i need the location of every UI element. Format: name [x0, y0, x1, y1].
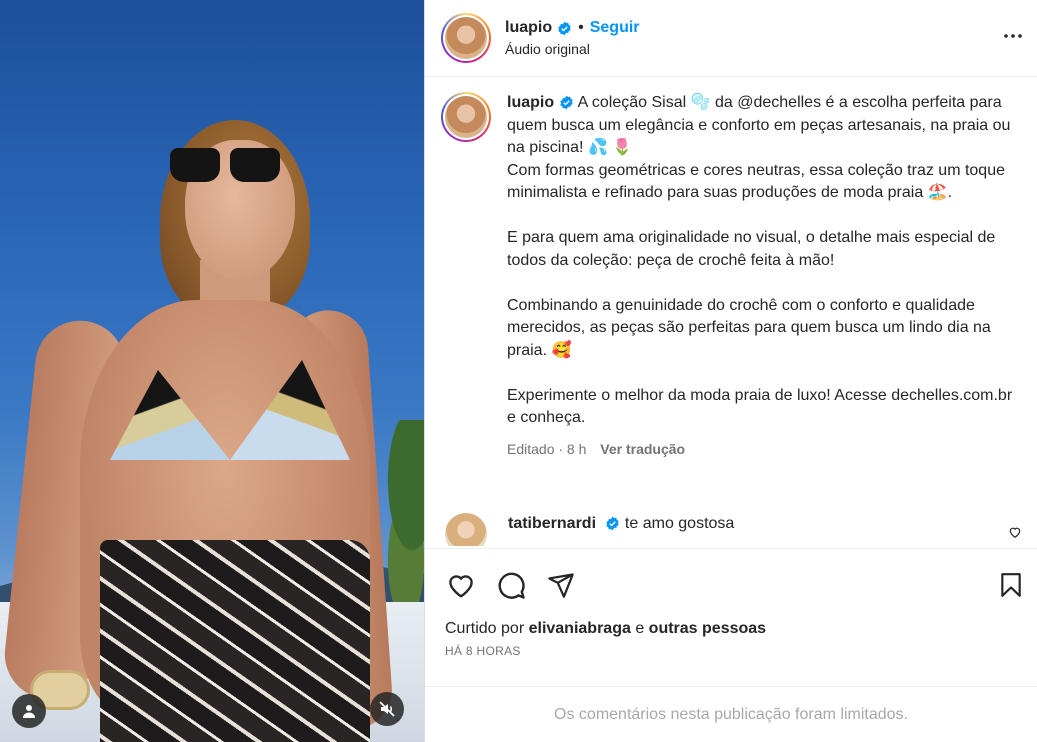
video-subject: [0, 110, 395, 742]
user-tag-icon[interactable]: [12, 694, 46, 728]
comment-item: tatibernardi te amo gostosa: [441, 513, 1029, 546]
author-avatar[interactable]: [441, 13, 491, 63]
bookmark-icon[interactable]: [995, 569, 1027, 601]
commenter-avatar[interactable]: [445, 513, 487, 546]
verified-badge-icon: [606, 516, 620, 531]
verified-badge-icon: [558, 21, 571, 35]
see-translation-link[interactable]: Ver tradução: [600, 441, 685, 457]
post-video[interactable]: [0, 0, 424, 742]
liked-by-others[interactable]: outras pessoas: [649, 620, 766, 637]
comment-icon[interactable]: [495, 569, 527, 601]
post-time[interactable]: HÁ 8 HORAS: [445, 644, 521, 658]
post-sidebar: luapio • Seguir Áudio original luapio A …: [424, 0, 1037, 742]
sunglasses: [170, 148, 280, 182]
commenter-username[interactable]: tatibernardi: [508, 515, 596, 532]
post-header: luapio • Seguir Áudio original: [425, 0, 1037, 77]
comment-text: te amo gostosa: [624, 515, 735, 532]
follow-button[interactable]: Seguir: [590, 19, 640, 37]
caption-text: A coleção Sisal 🫧 da @dechelles é a esco…: [507, 94, 1013, 426]
liked-by-user[interactable]: elivaniabraga: [529, 620, 631, 637]
edited-timestamp: Editado · 8 h: [507, 440, 587, 457]
comments-limited-notice: Os comentários nesta publicação foram li…: [425, 686, 1037, 742]
comment-like-heart-icon[interactable]: [1008, 525, 1022, 539]
instagram-post-view: luapio • Seguir Áudio original luapio A …: [0, 0, 1037, 742]
heart-icon[interactable]: [445, 569, 477, 601]
share-icon[interactable]: [545, 569, 577, 601]
author-username[interactable]: luapio: [505, 19, 552, 37]
separator-dot: •: [578, 19, 584, 36]
action-bar: [425, 548, 1037, 618]
more-options-icon[interactable]: [1001, 24, 1025, 48]
post-caption: luapio A coleção Sisal 🫧 da @dechelles é…: [441, 92, 1017, 460]
mute-icon[interactable]: [370, 692, 404, 726]
caption-author-avatar[interactable]: [441, 92, 491, 142]
audio-label[interactable]: Áudio original: [505, 41, 640, 57]
caption-username[interactable]: luapio: [507, 94, 554, 111]
likes-summary: Curtido por elivaniabraga e outras pesso…: [445, 620, 767, 637]
verified-badge-icon: [560, 95, 573, 110]
